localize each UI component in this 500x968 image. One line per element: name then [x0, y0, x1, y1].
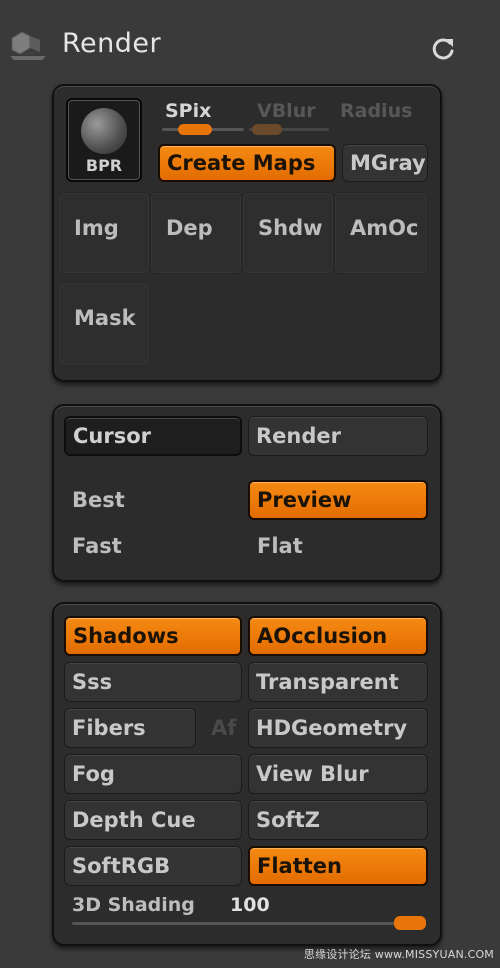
bpr-button[interactable]: BPR [66, 98, 142, 182]
spix-slider-knob[interactable] [178, 124, 212, 135]
create-maps-button[interactable]: Create Maps [158, 144, 336, 182]
spix-slider-label: SPix [165, 100, 212, 122]
mask-map-button[interactable]: Mask [58, 282, 150, 366]
softz-button[interactable]: SoftZ [248, 800, 428, 840]
af-label: Af [211, 716, 237, 740]
cursor-button[interactable]: Cursor [64, 416, 242, 456]
best-option[interactable]: Best [72, 490, 125, 511]
flatten-button[interactable]: Flatten [248, 846, 428, 886]
vblur-slider-knob [252, 124, 282, 135]
preview-button[interactable]: Preview [248, 480, 428, 520]
hdgeometry-button[interactable]: HDGeometry [248, 708, 428, 748]
refresh-icon[interactable] [428, 34, 458, 64]
render-teapot-icon [10, 31, 46, 60]
render-mode-panel: Cursor Render Best Preview Fast Flat [52, 404, 442, 582]
3d-shading-slider-track[interactable] [72, 922, 426, 925]
fog-button[interactable]: Fog [64, 754, 242, 794]
flat-option[interactable]: Flat [257, 536, 303, 557]
bpr-panel: BPR SPix VBlur Radius Create Maps MGray … [52, 84, 442, 382]
render-options-panel: Shadows AOcclusion Sss Transparent Fiber… [52, 602, 442, 946]
shdw-map-button[interactable]: Shdw [242, 192, 334, 274]
render-button[interactable]: Render [248, 416, 428, 456]
fast-option[interactable]: Fast [72, 536, 122, 557]
softrgb-button[interactable]: SoftRGB [64, 846, 242, 886]
radius-slider-label: Radius [340, 100, 413, 122]
vblur-slider-label: VBlur [257, 100, 316, 122]
depth-cue-button[interactable]: Depth Cue [64, 800, 242, 840]
shadows-button[interactable]: Shadows [64, 616, 242, 656]
view-blur-button[interactable]: View Blur [248, 754, 428, 794]
fibers-button[interactable]: Fibers [64, 708, 196, 748]
sphere-icon [81, 108, 127, 154]
img-map-button[interactable]: Img [58, 192, 150, 274]
watermark: 思缘设计论坛 www.MISSYUAN.COM [303, 948, 494, 961]
sss-button[interactable]: Sss [64, 662, 242, 702]
3d-shading-slider-knob[interactable] [394, 916, 426, 930]
3d-shading-value: 100 [230, 894, 270, 916]
aocclusion-button[interactable]: AOcclusion [248, 616, 428, 656]
panel-title: Render [62, 28, 162, 59]
transparent-button[interactable]: Transparent [248, 662, 428, 702]
3d-shading-label: 3D Shading [72, 894, 195, 916]
dep-map-button[interactable]: Dep [150, 192, 242, 274]
bpr-label: BPR [85, 156, 123, 175]
mgray-button[interactable]: MGray [342, 144, 428, 182]
amoc-map-button[interactable]: AmOc [334, 192, 428, 274]
